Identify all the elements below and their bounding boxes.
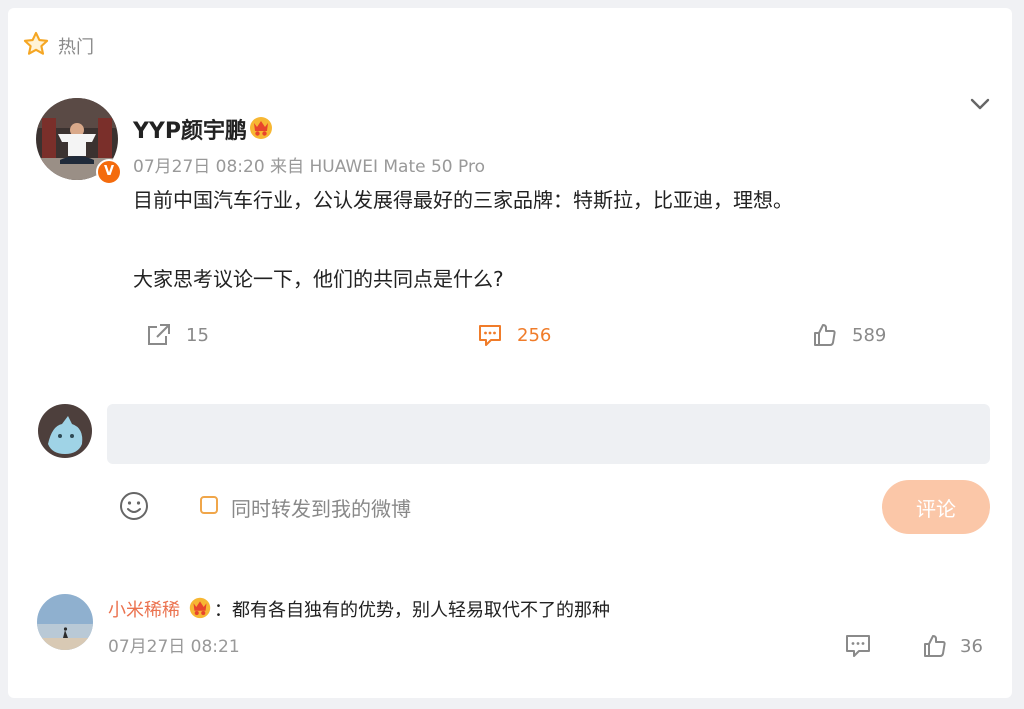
author-name[interactable]: YYP颜宇鹏 xyxy=(133,113,247,145)
comment-icon xyxy=(479,325,501,346)
vip-crown-icon xyxy=(189,597,211,619)
repost-button[interactable]: 15 xyxy=(146,322,209,348)
like-count: 589 xyxy=(852,324,887,346)
repost-icon xyxy=(148,324,170,345)
section-label: 热门 xyxy=(58,37,94,58)
thumbs-up-icon xyxy=(814,324,836,346)
comment-icon[interactable] xyxy=(844,633,872,659)
repost-checkbox-label[interactable]: 同时转发到我的微博 xyxy=(231,493,411,522)
comment-input[interactable] xyxy=(107,404,990,464)
emoji-icon[interactable] xyxy=(118,490,150,522)
submit-comment-button[interactable]: 评论 xyxy=(882,480,990,534)
verified-badge: V xyxy=(96,159,122,185)
comment-like-count: 36 xyxy=(960,635,983,657)
current-user-avatar-image xyxy=(38,404,92,458)
comment-like-button[interactable]: 36 xyxy=(922,633,983,659)
commenter-avatar[interactable] xyxy=(37,594,93,650)
feed-card xyxy=(8,8,1012,698)
repost-checkbox[interactable] xyxy=(200,496,218,514)
repost-count: 15 xyxy=(186,324,209,346)
like-button[interactable]: 589 xyxy=(812,322,886,348)
chevron-down-icon[interactable] xyxy=(966,92,994,116)
star-icon xyxy=(23,31,49,55)
post-paragraph: 目前中国汽车行业，公认发展得最好的三家品牌：特斯拉，比亚迪，理想。 xyxy=(133,188,793,212)
current-user-avatar[interactable] xyxy=(38,404,92,458)
comment-count: 256 xyxy=(517,324,552,346)
vip-crown-icon xyxy=(250,117,272,139)
comment-time: 07月27日 08:21 xyxy=(108,637,240,657)
thumbs-up-icon xyxy=(924,635,946,657)
post-paragraph: 大家思考议论一下，他们的共同点是什么? xyxy=(133,267,504,291)
post-meta: 07月27日 08:20 来自 HUAWEI Mate 50 Pro xyxy=(133,157,485,177)
comment-button[interactable]: 256 xyxy=(477,322,551,348)
comment-text: ：都有各自独有的优势，别人轻易取代不了的那种 xyxy=(214,600,610,621)
commenter-avatar-image xyxy=(37,594,93,650)
commenter-name[interactable]: 小米稀稀 xyxy=(108,596,180,622)
